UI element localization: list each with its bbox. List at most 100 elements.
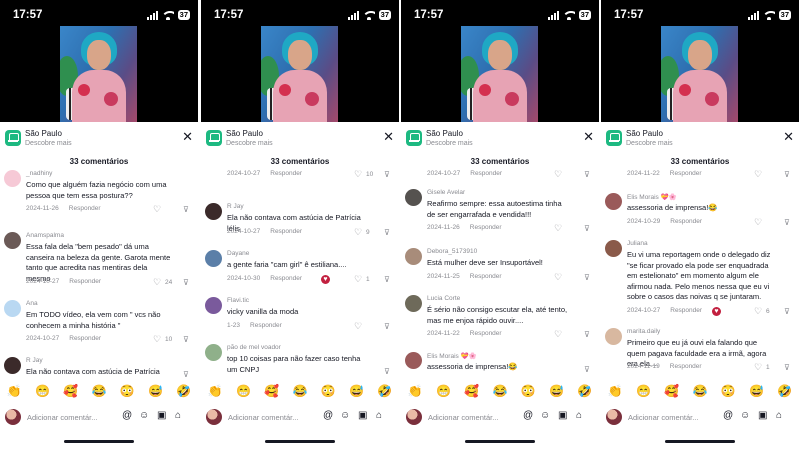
heart-icon[interactable]: ♡ xyxy=(153,335,161,344)
heart-icon[interactable]: ♡ xyxy=(354,321,362,331)
reply-button[interactable]: Responder xyxy=(670,363,702,370)
heart-icon[interactable]: ♡ xyxy=(754,306,762,316)
reply-button[interactable]: Responder xyxy=(470,224,502,231)
emoji-button[interactable]: 😳 xyxy=(321,384,336,402)
dislike-icon[interactable]: ⊽ xyxy=(584,365,590,374)
dislike-icon[interactable]: ⊽ xyxy=(183,278,189,287)
heart-icon[interactable]: ♡ xyxy=(554,272,562,282)
emoji-button[interactable]: 😅 xyxy=(749,384,764,402)
home-indicator[interactable] xyxy=(64,440,134,443)
location-bar[interactable]: São Paulo Descobre mais ✕ xyxy=(601,124,799,152)
emoji-button[interactable]: 😂 xyxy=(92,384,107,402)
emoji-button[interactable]: 😳 xyxy=(521,384,536,402)
at-icon[interactable]: @ xyxy=(723,410,733,422)
comments-list[interactable]: 2024-10-27 Responder ♡ 10 ⊽ R Jay Ela não cont… xyxy=(201,170,399,378)
emoji-button[interactable]: 👏 xyxy=(208,384,223,402)
comment-input[interactable] xyxy=(428,408,522,426)
gift-icon[interactable]: ⌂ xyxy=(576,410,582,422)
emoji-button[interactable]: 👏 xyxy=(408,384,423,402)
comment-input[interactable] xyxy=(27,408,121,426)
emoji-button[interactable]: 🥰 xyxy=(264,384,279,402)
emoji-button[interactable]: 😳 xyxy=(120,384,135,402)
reply-button[interactable]: Responder xyxy=(270,228,302,235)
video-frame[interactable] xyxy=(60,26,137,122)
heart-icon[interactable]: ♡ xyxy=(354,170,362,179)
avatar[interactable] xyxy=(605,328,622,345)
comment-author[interactable]: Elis Morais 💝🌸 xyxy=(427,352,477,360)
comments-list[interactable]: 2024-10-27 Responder ♡ ⊽ Gisele Avelar Reafir… xyxy=(401,170,599,378)
close-icon[interactable]: ✕ xyxy=(383,130,394,143)
emoji-button[interactable]: 😅 xyxy=(349,384,364,402)
emoji-button[interactable]: 🥰 xyxy=(63,384,78,402)
dislike-icon[interactable]: ⊽ xyxy=(584,330,590,339)
gift-icon[interactable]: ⌂ xyxy=(175,410,181,422)
comment-author[interactable]: Dayane xyxy=(227,250,249,257)
emoji-button[interactable]: 🥰 xyxy=(664,384,679,402)
close-icon[interactable]: ✕ xyxy=(783,130,794,143)
dislike-icon[interactable]: ⊽ xyxy=(784,307,790,316)
heart-icon[interactable]: ♡ xyxy=(153,205,161,214)
reply-button[interactable]: Responder xyxy=(69,205,101,212)
dislike-icon[interactable]: ⊽ xyxy=(784,363,790,372)
comment-author[interactable]: Lucia Corte xyxy=(427,295,460,302)
avatar[interactable] xyxy=(405,189,422,206)
comment-input[interactable] xyxy=(628,408,722,426)
emoji-button[interactable]: 😁 xyxy=(636,384,651,402)
heart-icon[interactable]: ♡ xyxy=(153,277,161,287)
emoji-button[interactable]: 👏 xyxy=(608,384,623,402)
dislike-icon[interactable]: ⊽ xyxy=(784,218,790,227)
video-frame[interactable] xyxy=(461,26,538,122)
reply-button[interactable]: Responder xyxy=(670,307,702,314)
emoji-button[interactable]: 😂 xyxy=(693,384,708,402)
emoji-button[interactable]: 😅 xyxy=(148,384,163,402)
image-icon[interactable]: ▣ xyxy=(157,410,166,422)
emoji-button[interactable]: 🤣 xyxy=(377,384,392,402)
heart-icon[interactable]: ♡ xyxy=(754,217,762,227)
video-area[interactable]: 17:57 37 xyxy=(201,0,399,122)
comment-author[interactable]: Elis Morais 💝🌸 xyxy=(627,193,677,201)
location-bar[interactable]: São Paulo Descobre mais ✕ xyxy=(0,124,198,152)
avatar[interactable] xyxy=(405,295,422,312)
image-icon[interactable]: ▣ xyxy=(558,410,567,422)
heart-icon[interactable]: ♡ xyxy=(554,224,562,233)
home-indicator[interactable] xyxy=(665,440,735,443)
dislike-icon[interactable]: ⊽ xyxy=(384,228,390,237)
avatar[interactable] xyxy=(605,240,622,257)
smiley-icon[interactable]: ☺ xyxy=(540,410,550,422)
emoji-button[interactable]: 🤣 xyxy=(777,384,792,402)
emoji-button[interactable]: 😁 xyxy=(236,384,251,402)
emoji-button[interactable]: 😂 xyxy=(493,384,508,402)
reply-button[interactable]: Responder xyxy=(470,170,502,177)
reply-button[interactable]: Responder xyxy=(69,278,101,285)
avatar[interactable] xyxy=(205,344,222,361)
heart-icon[interactable]: ♡ xyxy=(554,330,562,339)
heart-icon[interactable]: ♡ xyxy=(554,170,562,179)
video-frame[interactable] xyxy=(261,26,338,122)
reply-button[interactable]: Responder xyxy=(470,330,502,337)
smiley-icon[interactable]: ☺ xyxy=(139,410,149,422)
heart-icon[interactable]: ♡ xyxy=(754,363,762,372)
emoji-button[interactable]: 😅 xyxy=(549,384,564,402)
dislike-icon[interactable]: ⊽ xyxy=(183,370,189,379)
dislike-icon[interactable]: ⊽ xyxy=(584,224,590,233)
comments-list[interactable]: 2024-11-22 Responder ♡ ⊽ Elis Morais 💝🌸 asses… xyxy=(601,170,799,378)
home-indicator[interactable] xyxy=(465,440,535,443)
heart-icon[interactable]: ♡ xyxy=(354,274,362,284)
gift-icon[interactable]: ⌂ xyxy=(376,410,382,422)
reply-button[interactable]: Responder xyxy=(670,170,702,177)
dislike-icon[interactable]: ⊽ xyxy=(384,170,390,179)
image-icon[interactable]: ▣ xyxy=(358,410,367,422)
reply-button[interactable]: Responder xyxy=(470,273,502,280)
video-area[interactable]: 17:57 37 xyxy=(0,0,198,122)
comment-author[interactable]: Juliana xyxy=(627,240,648,247)
location-bar[interactable]: São Paulo Descobre mais ✕ xyxy=(201,124,399,152)
dislike-icon[interactable]: ⊽ xyxy=(584,273,590,282)
image-icon[interactable]: ▣ xyxy=(758,410,767,422)
reply-button[interactable]: Responder xyxy=(250,322,282,329)
smiley-icon[interactable]: ☺ xyxy=(340,410,350,422)
dislike-icon[interactable]: ⊽ xyxy=(384,367,390,376)
dislike-icon[interactable]: ⊽ xyxy=(384,322,390,331)
home-indicator[interactable] xyxy=(265,440,335,443)
comment-author[interactable]: Debora_5173910 xyxy=(427,248,477,255)
emoji-button[interactable]: 🥰 xyxy=(464,384,479,402)
